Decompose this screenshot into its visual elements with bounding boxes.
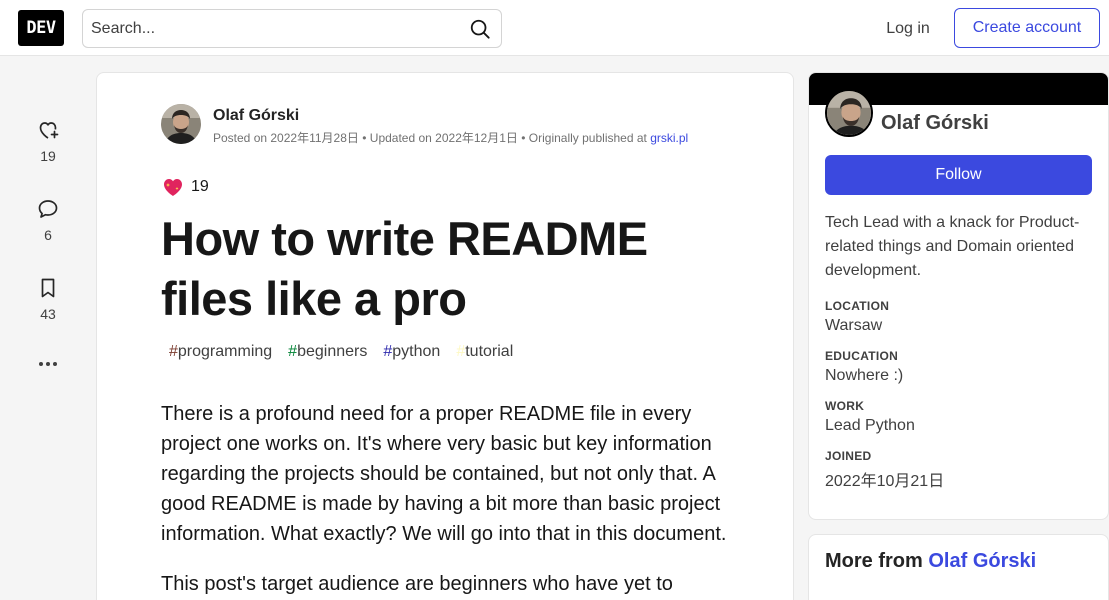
bookmark-button[interactable]: 43 <box>28 276 68 322</box>
create-account-button[interactable]: Create account <box>954 8 1100 48</box>
detail-education: EDUCATION Nowhere :) <box>825 349 904 384</box>
tag-programming[interactable]: #programming <box>161 340 280 364</box>
profile-details: LOCATION Warsaw EDUCATION Nowhere :) WOR… <box>825 299 1095 505</box>
detail-joined: JOINED 2022年10月21日 <box>825 449 945 490</box>
article-body: There is a profound need for a proper RE… <box>161 399 731 600</box>
article-paragraph: This post's target audience are beginner… <box>161 573 673 595</box>
dev-logo[interactable]: DEV <box>18 10 64 46</box>
tag-tutorial[interactable]: #tutorial <box>448 340 521 364</box>
search-input[interactable] <box>83 10 453 47</box>
follow-button[interactable]: Follow <box>825 155 1092 195</box>
post-meta: Posted on 2022年11月28日 • Updated on 2022年… <box>213 131 689 145</box>
bookmark-icon <box>41 278 55 298</box>
ellipsis-icon <box>39 362 57 366</box>
origin-link[interactable]: grski.pl <box>650 131 688 145</box>
author-name[interactable]: Olaf Górski <box>213 107 688 125</box>
heart-plus-icon <box>39 122 59 139</box>
profile-avatar[interactable] <box>825 89 873 137</box>
article-paragraph: There is a profound need for a proper RE… <box>161 403 727 545</box>
comment-icon <box>38 200 58 218</box>
more-from-author-link[interactable]: Olaf Górski <box>928 550 1036 572</box>
more-options-button[interactable] <box>28 356 68 372</box>
more-from-heading: More from Olaf Górski <box>825 550 1037 572</box>
tag-beginners[interactable]: #beginners <box>280 340 375 364</box>
tag-list: #programming #beginners #python #tutorial <box>161 340 521 364</box>
search-box[interactable] <box>82 9 502 48</box>
sparkle-heart-icon <box>164 179 182 196</box>
comment-count: 6 <box>44 227 52 243</box>
detail-location: LOCATION Warsaw <box>825 299 890 334</box>
bookmark-count: 43 <box>40 306 56 322</box>
profile-bio: Tech Lead with a knack for Product-relat… <box>825 214 1080 279</box>
detail-work: WORK Lead Python <box>825 399 915 434</box>
like-count: 19 <box>40 148 56 164</box>
tag-python[interactable]: #python <box>375 340 448 364</box>
author-avatar[interactable] <box>161 104 201 144</box>
profile-header[interactable]: Olaf Górski <box>825 89 989 137</box>
top-header: DEV Log in Create account <box>0 0 1109 56</box>
reaction-summary: 19 <box>161 176 209 198</box>
author-profile-card: Olaf Górski Follow Tech Lead with a knac… <box>808 72 1109 520</box>
profile-name[interactable]: Olaf Górski <box>881 112 989 135</box>
article-card: Olaf Górski Posted on 2022年11月28日 • Upda… <box>96 72 794 600</box>
login-link[interactable]: Log in <box>874 9 942 48</box>
more-from-card: More from Olaf Górski <box>808 534 1109 600</box>
reaction-count: 19 <box>191 178 209 195</box>
search-icon[interactable] <box>469 18 491 40</box>
author-row: Olaf Górski Posted on 2022年11月28日 • Upda… <box>161 104 688 146</box>
article-title: How to write README files like a pro <box>161 212 648 325</box>
comment-button[interactable]: 6 <box>28 197 68 243</box>
like-button[interactable]: 19 <box>28 118 68 164</box>
